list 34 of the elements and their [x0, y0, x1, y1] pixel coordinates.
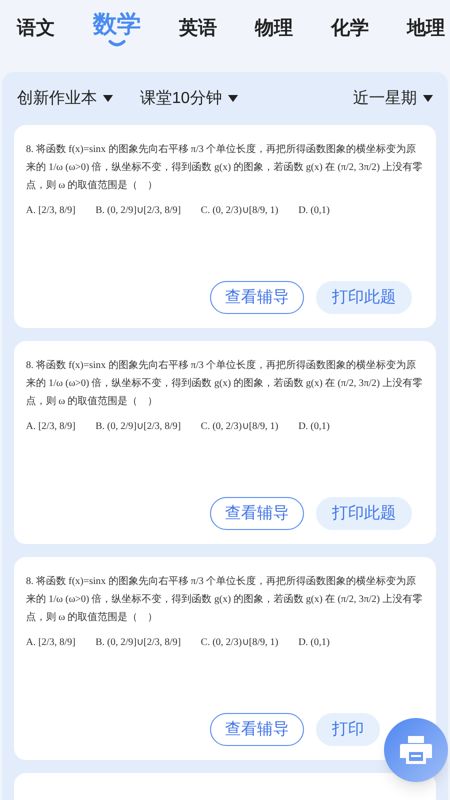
- subject-tab[interactable]: 物理: [255, 14, 293, 44]
- answer-option: D. (0,1): [298, 419, 330, 434]
- caret-icon: [103, 95, 113, 102]
- caret-icon: [228, 95, 238, 102]
- printer-icon: [399, 734, 433, 766]
- answer-option: A. [2/3, 8/9]: [26, 635, 76, 650]
- answer-option: B. (0, 2/9]∪[2/3, 8/9]: [95, 203, 181, 218]
- caret-icon: [423, 95, 433, 102]
- answer-option: D. (0,1): [298, 203, 330, 218]
- view-guide-button[interactable]: 查看辅导: [210, 713, 304, 746]
- print-question-button[interactable]: 打印此题: [316, 281, 412, 314]
- print-question-button[interactable]: 打印: [316, 713, 380, 746]
- print-question-button[interactable]: 打印此题: [316, 497, 412, 530]
- subject-tab[interactable]: 地理: [407, 14, 445, 44]
- filter-dropdown[interactable]: 课堂10分钟: [140, 86, 238, 110]
- subject-tab[interactable]: 语文: [17, 14, 55, 44]
- answer-option: C. (0, 2/3)∪[8/9, 1): [200, 419, 278, 434]
- answer-option: C. (0, 2/3)∪[8/9, 1): [200, 635, 278, 650]
- answer-option: C. (0, 2/3)∪[8/9, 1): [200, 203, 278, 218]
- date-filter-dropdown[interactable]: 近一星期: [353, 86, 433, 110]
- answer-option: A. [2/3, 8/9]: [26, 203, 76, 218]
- subject-tab[interactable]: 英语: [179, 14, 217, 44]
- answer-option: B. (0, 2/9]∪[2/3, 8/9]: [95, 419, 181, 434]
- filter-dropdown[interactable]: 创新作业本: [17, 86, 113, 110]
- selected-underline-icon: [108, 40, 126, 47]
- question-text: 8. 将函数 f(x)=sinx 的图象先向右平移 π/3 个单位长度，再把所得函数图象的横坐标变为原来的 1/ω (ω>0) 倍，纵坐标不变，得到函数 g(x) 的图象，若函数 g(x) 在 (π/2, 3π/2) 上没有零点，则 ω 的取值范围是（ ）: [26, 358, 424, 409]
- question-text: 8. 将函数 f(x)=sinx 的图象先向右平移 π/3 个单位长度，再把所得函数图象的横坐标变为原来的 1/ω (ω>0) 倍，纵坐标不变，得到函数 g(x) 的图象，若函数 g(x) 在 (π/2, 3π/2) 上没有零点，则 ω 的取值范围是（ ）: [26, 142, 424, 193]
- view-guide-button[interactable]: 查看辅导: [210, 497, 304, 530]
- answer-option: A. [2/3, 8/9]: [26, 419, 76, 434]
- view-guide-button[interactable]: 查看辅导: [210, 281, 304, 314]
- subject-tab[interactable]: 化学: [331, 14, 369, 44]
- answer-option: D. (0,1): [298, 635, 330, 650]
- answer-option: B. (0, 2/9]∪[2/3, 8/9]: [95, 635, 181, 650]
- question-text: 8. 将函数 f(x)=sinx 的图象先向右平移 π/3 个单位长度，再把所得函数图象的横坐标变为原来的 1/ω (ω>0) 倍，纵坐标不变，得到函数 g(x) 的图象，若函数 g(x) 在 (π/2, 3π/2) 上没有零点，则 ω 的取值范围是（ ）: [26, 574, 424, 625]
